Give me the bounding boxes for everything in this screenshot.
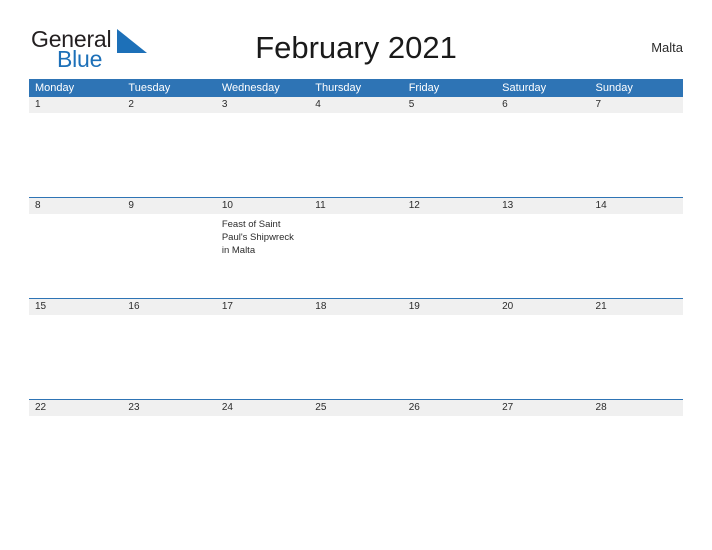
page-header: General Blue February 2021 Malta [29, 26, 683, 74]
day-number[interactable]: 26 [403, 400, 496, 416]
day-cell[interactable] [309, 113, 402, 197]
day-number[interactable]: 27 [496, 400, 589, 416]
day-number[interactable]: 13 [496, 198, 589, 214]
day-number[interactable]: 7 [590, 97, 683, 113]
day-event-text: Feast of Saint Paul's Shipwreck in Malta [221, 219, 294, 256]
calendar-page: General Blue February 2021 Malta Monday … [0, 0, 712, 550]
week-date-number-band: 1 2 3 4 5 6 7 [29, 97, 683, 113]
day-number[interactable]: 18 [309, 299, 402, 315]
day-number[interactable]: 10 [216, 198, 309, 214]
day-cell[interactable] [216, 113, 309, 197]
day-number[interactable]: 6 [496, 97, 589, 113]
week-date-number-band: 22 23 24 25 26 27 28 [29, 400, 683, 416]
country-label: Malta [651, 40, 683, 55]
day-number[interactable]: 14 [590, 198, 683, 214]
day-number[interactable]: 19 [403, 299, 496, 315]
weekday-header-thursday: Thursday [315, 82, 362, 94]
calendar-week-row: 8 9 10 11 12 13 14 Feast of Saint Paul's… [29, 197, 683, 298]
day-cell[interactable] [403, 315, 496, 399]
day-cell[interactable] [122, 113, 215, 197]
day-cell[interactable] [496, 315, 589, 399]
day-cell[interactable] [496, 214, 589, 298]
day-cell[interactable] [496, 113, 589, 197]
day-cell[interactable] [309, 416, 402, 500]
day-number[interactable]: 3 [216, 97, 309, 113]
day-cell[interactable] [216, 416, 309, 500]
week-cell-body-row: Feast of Saint Paul's Shipwreck in Malta [29, 214, 683, 298]
day-number[interactable]: 1 [29, 97, 122, 113]
day-number[interactable]: 11 [309, 198, 402, 214]
day-cell[interactable] [590, 214, 683, 298]
day-number[interactable]: 8 [29, 198, 122, 214]
day-number[interactable]: 9 [122, 198, 215, 214]
day-number[interactable]: 28 [590, 400, 683, 416]
weekday-header-wednesday: Wednesday [221, 82, 280, 94]
day-cell[interactable] [590, 113, 683, 197]
day-number[interactable]: 2 [122, 97, 215, 113]
day-cell-with-event[interactable]: Feast of Saint Paul's Shipwreck in Malta [216, 214, 309, 298]
day-number[interactable]: 20 [496, 299, 589, 315]
calendar-week-row: 1 2 3 4 5 6 7 [29, 97, 683, 197]
calendar-grid: Monday Tuesday Wednesday Thursday Friday… [29, 79, 683, 500]
week-date-number-band: 15 16 17 18 19 20 21 [29, 299, 683, 315]
day-cell[interactable] [122, 214, 215, 298]
day-number[interactable]: 16 [122, 299, 215, 315]
day-cell[interactable] [309, 315, 402, 399]
day-number[interactable]: 15 [29, 299, 122, 315]
day-number[interactable]: 17 [216, 299, 309, 315]
week-date-number-band: 8 9 10 11 12 13 14 [29, 198, 683, 214]
day-number[interactable]: 25 [309, 400, 402, 416]
day-number[interactable]: 22 [29, 400, 122, 416]
day-number[interactable]: 23 [122, 400, 215, 416]
day-cell[interactable] [29, 113, 122, 197]
day-number[interactable]: 4 [309, 97, 402, 113]
day-cell[interactable] [403, 113, 496, 197]
day-cell[interactable] [496, 416, 589, 500]
day-cell[interactable] [29, 214, 122, 298]
page-title: February 2021 [255, 30, 457, 65]
weekday-header-row: Monday Tuesday Wednesday Thursday Friday… [29, 79, 683, 97]
weekday-header-saturday: Saturday [502, 82, 547, 94]
day-number[interactable]: 5 [403, 97, 496, 113]
day-cell[interactable] [122, 416, 215, 500]
week-cell-body-row [29, 113, 683, 197]
week-cell-body-row [29, 315, 683, 399]
weekday-header-sunday: Sunday [595, 82, 633, 94]
calendar-week-row: 15 16 17 18 19 20 21 [29, 298, 683, 399]
day-cell[interactable] [29, 416, 122, 500]
weekday-header-friday: Friday [408, 82, 440, 94]
day-cell[interactable] [590, 416, 683, 500]
day-cell[interactable] [29, 315, 122, 399]
week-cell-body-row [29, 416, 683, 500]
day-cell[interactable] [590, 315, 683, 399]
day-number[interactable]: 24 [216, 400, 309, 416]
day-cell[interactable] [216, 315, 309, 399]
day-cell[interactable] [122, 315, 215, 399]
weekday-header-monday: Monday [35, 82, 75, 94]
day-number[interactable]: 21 [590, 299, 683, 315]
day-cell[interactable] [309, 214, 402, 298]
day-cell[interactable] [403, 416, 496, 500]
day-number[interactable]: 12 [403, 198, 496, 214]
weekday-header-tuesday: Tuesday [128, 82, 171, 94]
calendar-week-row: 22 23 24 25 26 27 28 [29, 399, 683, 500]
day-cell[interactable] [403, 214, 496, 298]
